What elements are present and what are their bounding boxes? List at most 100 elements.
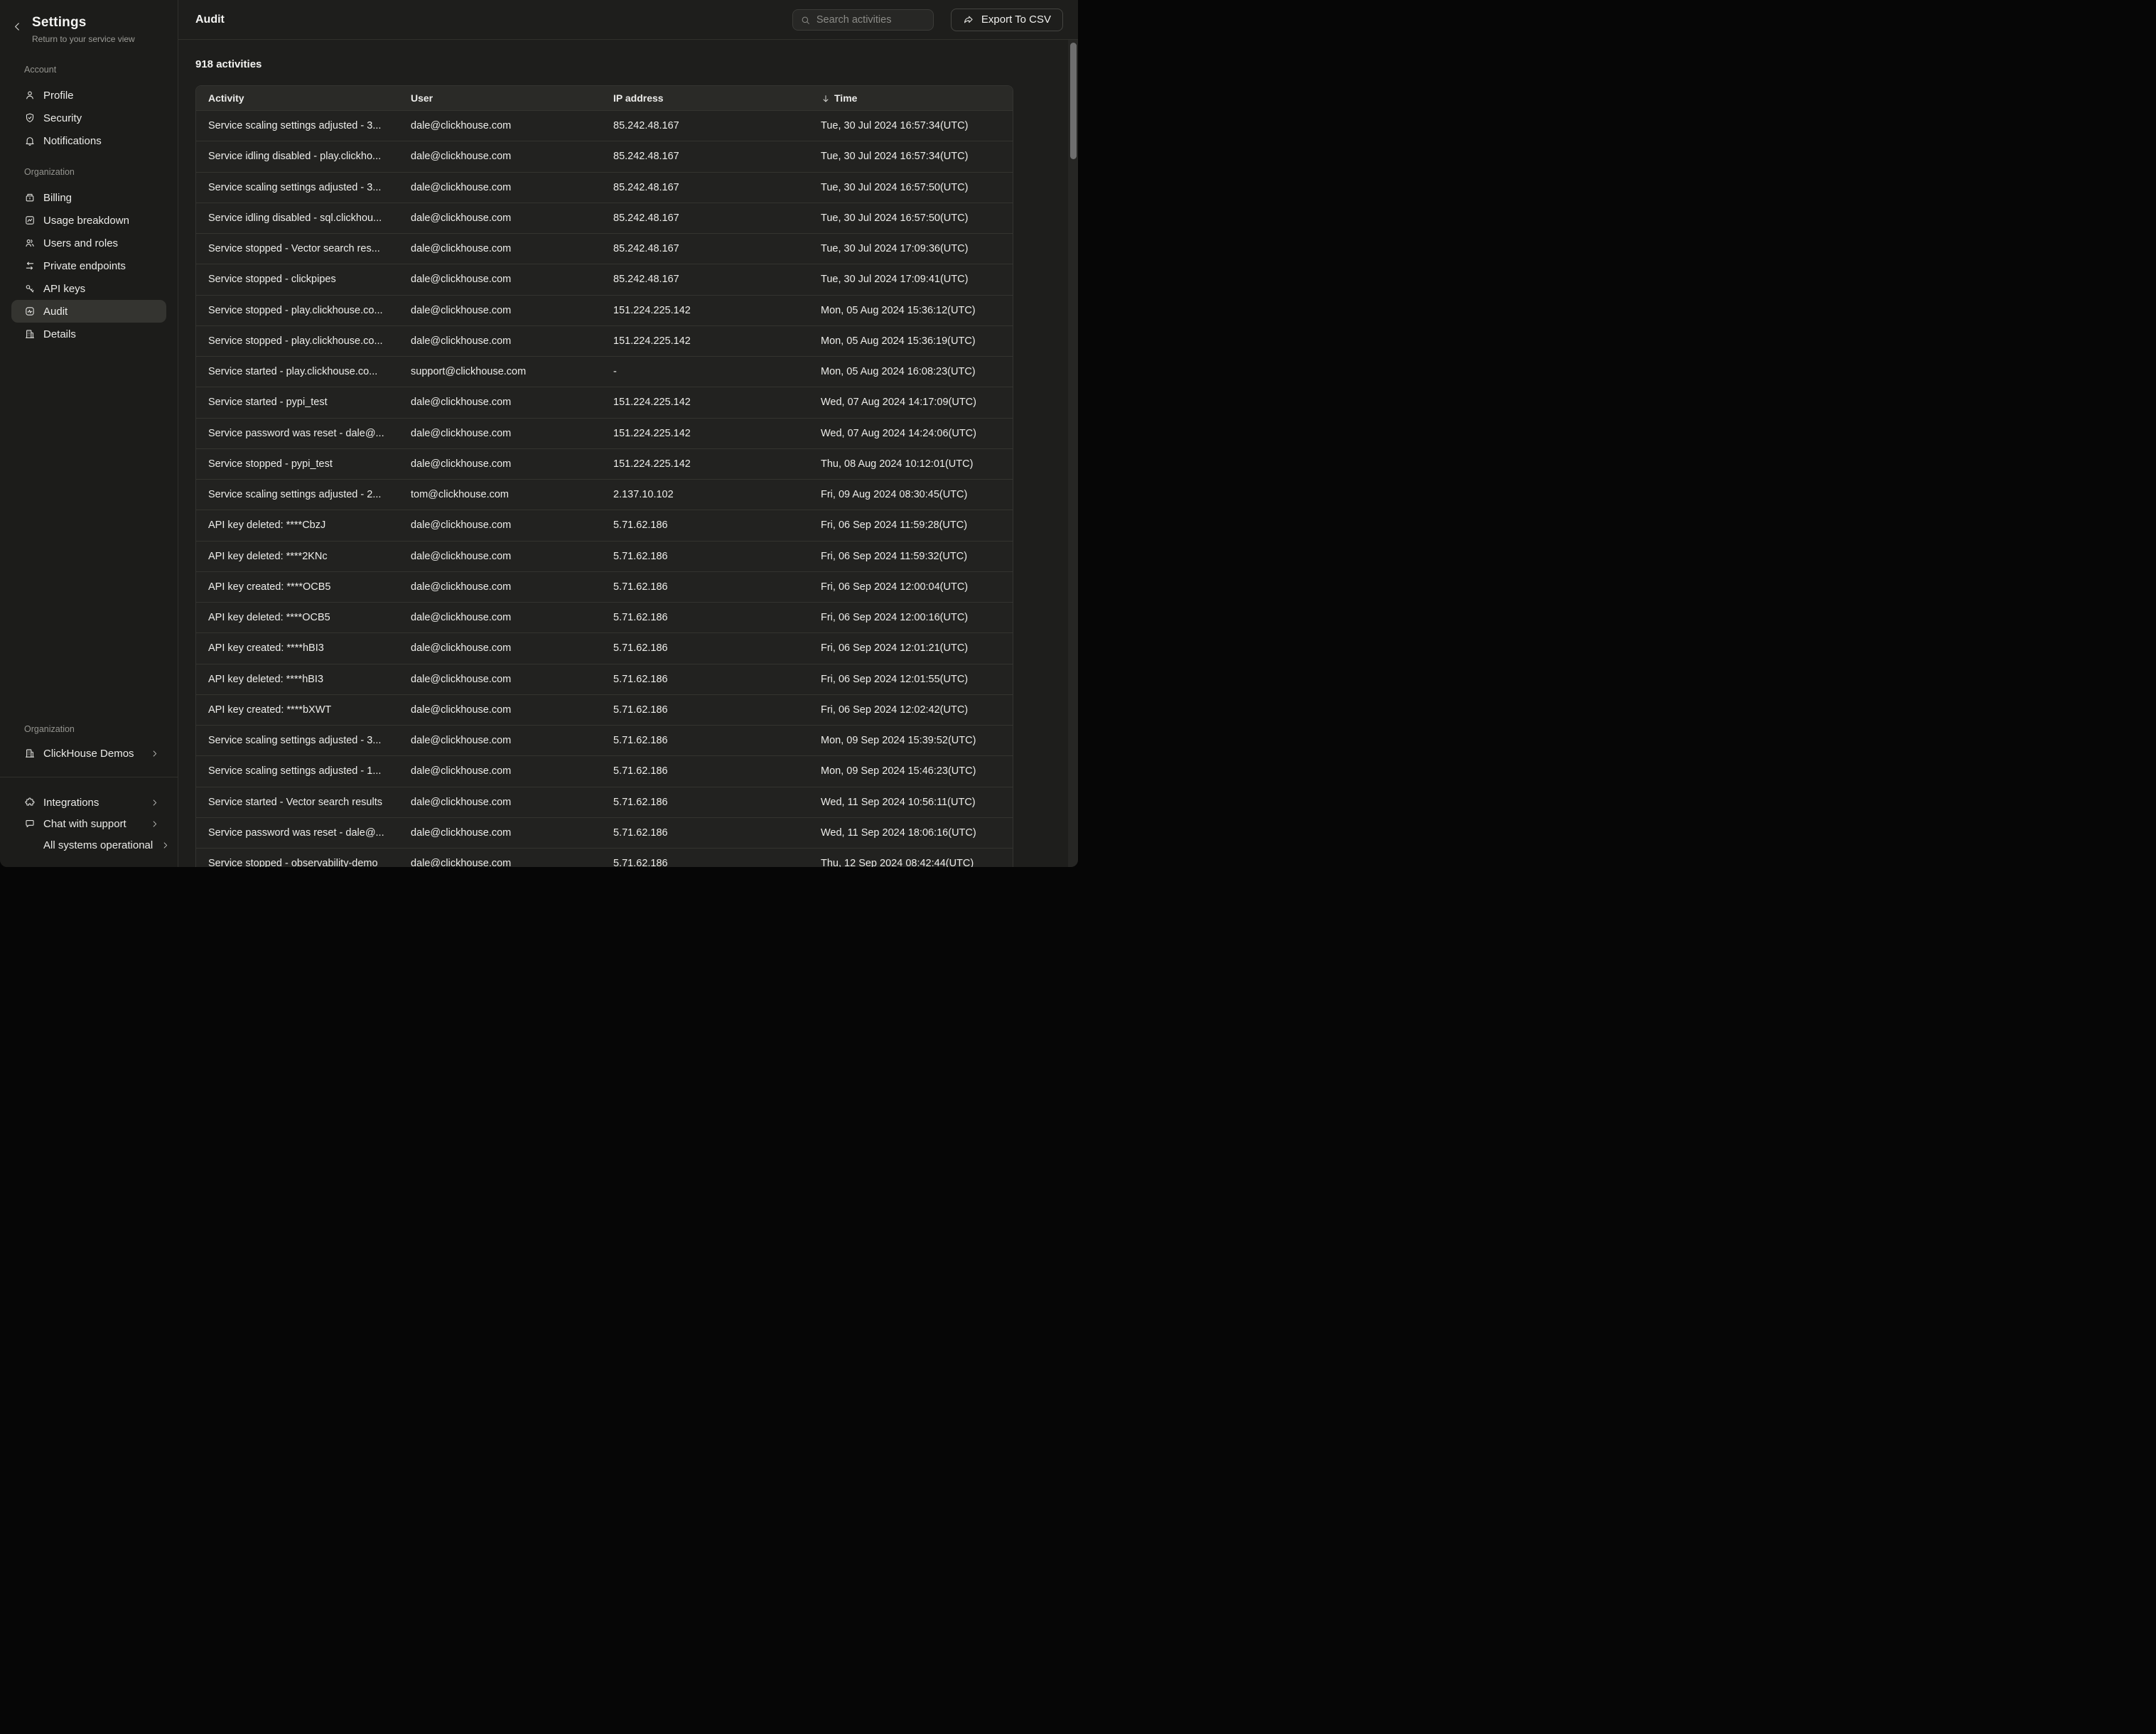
search-input[interactable] bbox=[793, 10, 933, 30]
column-header-label: User bbox=[411, 92, 433, 104]
sidebar-item-label: Usage breakdown bbox=[43, 215, 129, 227]
cell-user: dale@clickhouse.com bbox=[411, 151, 613, 162]
export-icon bbox=[963, 14, 974, 26]
sidebar-item-label: Billing bbox=[43, 192, 72, 204]
cell-activity: Service stopped - pypi_test bbox=[196, 458, 411, 470]
cell-user: dale@clickhouse.com bbox=[411, 858, 613, 867]
chevron-right-icon bbox=[161, 841, 170, 850]
cell-user: dale@clickhouse.com bbox=[411, 335, 613, 347]
sidebar-item-label: API keys bbox=[43, 283, 85, 295]
sidebar-header: Settings Return to your service view bbox=[0, 0, 178, 44]
sidebar-item-api-keys[interactable]: API keys bbox=[11, 277, 166, 300]
sidebar: Settings Return to your service view Acc… bbox=[0, 0, 178, 867]
cell-ip-address: 85.242.48.167 bbox=[613, 182, 821, 193]
sidebar-item-security[interactable]: Security bbox=[11, 107, 166, 129]
cell-activity: Service started - pypi_test bbox=[196, 397, 411, 408]
key-icon bbox=[24, 283, 36, 294]
scrollbar-thumb[interactable] bbox=[1070, 43, 1077, 159]
cell-time: Mon, 05 Aug 2024 15:36:19(UTC) bbox=[821, 335, 1013, 347]
cell-time: Tue, 30 Jul 2024 16:57:34(UTC) bbox=[821, 151, 1013, 162]
cell-user: dale@clickhouse.com bbox=[411, 704, 613, 716]
cell-activity: Service scaling settings adjusted - 3... bbox=[196, 120, 411, 131]
cell-ip-address: 85.242.48.167 bbox=[613, 243, 821, 254]
cell-time: Fri, 06 Sep 2024 12:00:04(UTC) bbox=[821, 581, 1013, 593]
sidebar-item-chat-with-support[interactable]: Chat with support bbox=[11, 813, 166, 834]
cell-user: dale@clickhouse.com bbox=[411, 182, 613, 193]
column-header-ip-address[interactable]: IP address bbox=[613, 92, 821, 104]
cell-activity: Service idling disabled - play.clickho..… bbox=[196, 151, 411, 162]
cell-ip-address: 85.242.48.167 bbox=[613, 151, 821, 162]
page-title: Audit bbox=[195, 14, 225, 26]
cell-activity: Service started - play.clickhouse.co... bbox=[196, 366, 411, 377]
scrollbar-track[interactable] bbox=[1068, 40, 1078, 867]
chevron-right-icon bbox=[150, 819, 159, 829]
table-row: Service stopped - Vector search res...da… bbox=[196, 233, 1013, 264]
sidebar-item-profile[interactable]: Profile bbox=[11, 84, 166, 107]
sidebar-item-clickhouse-demos[interactable]: ClickHouse Demos bbox=[11, 742, 166, 765]
cell-time: Fri, 06 Sep 2024 12:02:42(UTC) bbox=[821, 704, 1013, 716]
cell-activity: Service stopped - Vector search res... bbox=[196, 243, 411, 254]
arrows-icon bbox=[24, 260, 36, 271]
return-to-service-link[interactable]: Return to your service view bbox=[32, 34, 168, 44]
sidebar-item-users-and-roles[interactable]: Users and roles bbox=[11, 232, 166, 254]
cell-ip-address: 151.224.225.142 bbox=[613, 305, 821, 316]
table-row: Service started - Vector search resultsd… bbox=[196, 787, 1013, 817]
column-header-activity[interactable]: Activity bbox=[196, 92, 411, 104]
cell-ip-address: 5.71.62.186 bbox=[613, 827, 821, 839]
sidebar-item-label: All systems operational bbox=[43, 839, 153, 851]
sidebar-item-private-endpoints[interactable]: Private endpoints bbox=[11, 254, 166, 277]
table-row: API key deleted: ****OCB5dale@clickhouse… bbox=[196, 602, 1013, 632]
column-header-user[interactable]: User bbox=[411, 92, 613, 104]
cell-user: dale@clickhouse.com bbox=[411, 674, 613, 685]
cell-time: Tue, 30 Jul 2024 17:09:41(UTC) bbox=[821, 274, 1013, 285]
table-row: Service stopped - play.clickhouse.co...d… bbox=[196, 295, 1013, 325]
cell-ip-address: 5.71.62.186 bbox=[613, 581, 821, 593]
column-header-label: Activity bbox=[208, 92, 244, 104]
sidebar-item-audit[interactable]: Audit bbox=[11, 300, 166, 323]
cell-user: dale@clickhouse.com bbox=[411, 397, 613, 408]
sidebar-item-details[interactable]: Details bbox=[11, 323, 166, 345]
cell-user: dale@clickhouse.com bbox=[411, 243, 613, 254]
cell-activity: API key deleted: ****CbzJ bbox=[196, 519, 411, 531]
sidebar-item-billing[interactable]: Billing bbox=[11, 186, 166, 209]
back-chevron-icon[interactable] bbox=[11, 21, 23, 33]
cell-activity: Service stopped - observability-demo bbox=[196, 858, 411, 867]
table-row: API key created: ****OCB5dale@clickhouse… bbox=[196, 571, 1013, 602]
sidebar-item-integrations[interactable]: Integrations bbox=[11, 792, 166, 813]
cell-time: Mon, 09 Sep 2024 15:46:23(UTC) bbox=[821, 765, 1013, 777]
user-icon bbox=[24, 90, 36, 101]
sidebar-item-all-systems-operational[interactable]: All systems operational bbox=[11, 834, 166, 856]
cell-time: Fri, 06 Sep 2024 12:01:21(UTC) bbox=[821, 642, 1013, 654]
cell-time: Tue, 30 Jul 2024 17:09:36(UTC) bbox=[821, 243, 1013, 254]
sidebar-section-label: Account bbox=[24, 64, 178, 75]
cell-ip-address: 5.71.62.186 bbox=[613, 674, 821, 685]
cell-activity: API key created: ****OCB5 bbox=[196, 581, 411, 593]
cell-time: Fri, 09 Aug 2024 08:30:45(UTC) bbox=[821, 489, 1013, 500]
sidebar-item-notifications[interactable]: Notifications bbox=[11, 129, 166, 152]
cell-ip-address: 5.71.62.186 bbox=[613, 551, 821, 562]
sidebar-item-label: Notifications bbox=[43, 135, 102, 147]
activities-count: 918 activities bbox=[195, 58, 1078, 70]
table-body: Service scaling settings adjusted - 3...… bbox=[196, 110, 1013, 867]
cell-ip-address: - bbox=[613, 366, 821, 377]
cell-ip-address: 5.71.62.186 bbox=[613, 858, 821, 867]
column-header-time[interactable]: Time bbox=[821, 92, 1013, 104]
building-icon bbox=[24, 328, 36, 340]
export-csv-button[interactable]: Export To CSV bbox=[951, 9, 1063, 31]
table-row: API key deleted: ****CbzJdale@clickhouse… bbox=[196, 510, 1013, 540]
cell-user: dale@clickhouse.com bbox=[411, 551, 613, 562]
cell-time: Mon, 05 Aug 2024 15:36:12(UTC) bbox=[821, 305, 1013, 316]
cell-activity: API key deleted: ****2KNc bbox=[196, 551, 411, 562]
table-row: Service idling disabled - play.clickho..… bbox=[196, 141, 1013, 171]
table-header-row: Activity User IP addressTime bbox=[196, 86, 1013, 110]
audit-icon bbox=[24, 306, 36, 317]
cell-activity: Service scaling settings adjusted - 2... bbox=[196, 489, 411, 500]
cell-time: Fri, 06 Sep 2024 12:01:55(UTC) bbox=[821, 674, 1013, 685]
cell-ip-address: 85.242.48.167 bbox=[613, 212, 821, 224]
users-icon bbox=[24, 237, 36, 249]
sidebar-item-usage-breakdown[interactable]: Usage breakdown bbox=[11, 209, 166, 232]
table-row: Service started - pypi_testdale@clickhou… bbox=[196, 387, 1013, 417]
cell-activity: Service stopped - play.clickhouse.co... bbox=[196, 305, 411, 316]
cell-user: dale@clickhouse.com bbox=[411, 642, 613, 654]
cell-ip-address: 151.224.225.142 bbox=[613, 335, 821, 347]
